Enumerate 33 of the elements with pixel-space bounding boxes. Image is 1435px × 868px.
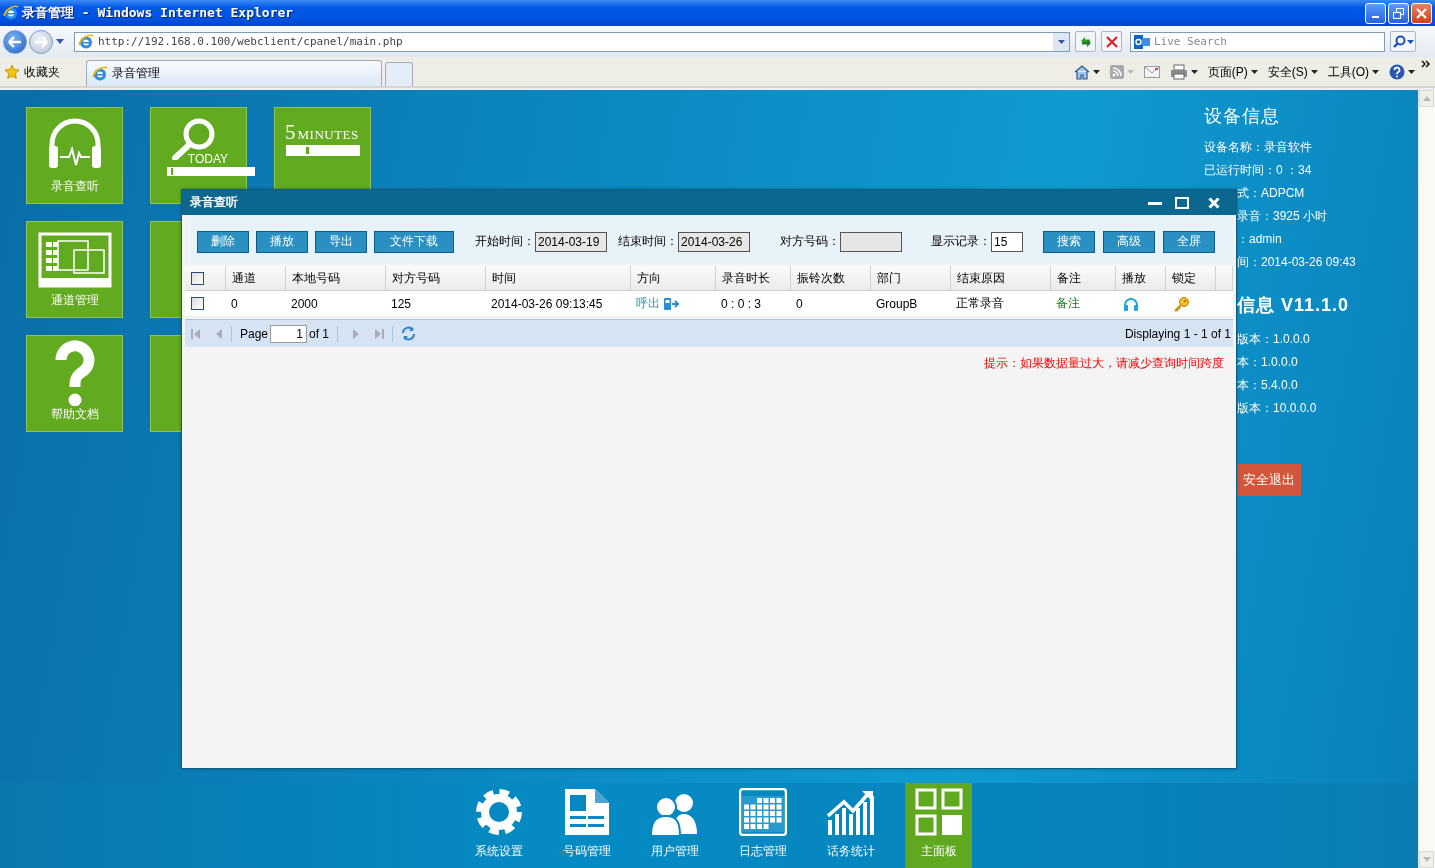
info-line: 本：1.0.0.0 [1237, 354, 1299, 371]
tile-number: 5 [285, 120, 296, 145]
tile-caption: TODAY [187, 152, 228, 166]
hint-text: 提示：如果数据量过大，请减少查询时间跨度 [983, 355, 1225, 372]
info-line: 已运行时间：0 ：34 [1204, 162, 1313, 179]
table-cell: 2014-03-26 09:13:45 [485, 290, 630, 317]
page-count: of 1 [309, 326, 330, 341]
field-label: 显示记录： [931, 233, 991, 250]
field-label: 结束时间： [618, 233, 678, 250]
info-line: 设备名称：录音软件 [1204, 139, 1313, 156]
info-line: 版本：1.0.0.0 [1237, 331, 1311, 348]
field-label: 对方号码： [780, 233, 840, 250]
info-line: 版本：10.0.0.0 [1237, 400, 1318, 417]
table-cell: 125 [385, 290, 485, 317]
info-line: 式：ADPCM [1237, 185, 1306, 202]
table-cell: 0 : 0 : 3 [715, 290, 790, 317]
info-line: ：admin [1237, 231, 1283, 248]
window-title: 录音管理 - Windows Internet Explorer [22, 4, 294, 22]
record-count: Displaying 1 - 1 of 1 [1124, 326, 1232, 341]
table-cell: 0 [225, 290, 285, 317]
info-line: 间：2014-03-26 09:43 [1237, 254, 1357, 271]
table-cell: GroupB [870, 290, 950, 317]
field-label: 开始时间： [475, 233, 535, 250]
info-line: 本：5.4.0.0 [1237, 377, 1299, 394]
info-line: 录音：3925 小时 [1237, 208, 1329, 225]
tile-caption: MINUTES [297, 127, 359, 143]
direction-label: 呼出 [636, 295, 660, 312]
table-cell: 2000 [285, 290, 385, 317]
table-cell: 0 [790, 290, 870, 317]
page-label: Page [240, 326, 269, 341]
section-title: 设备信息 [1204, 105, 1281, 128]
section-title: 信息 V11.1.0 [1237, 294, 1351, 317]
table-cell: 正常录音 [950, 290, 1050, 317]
